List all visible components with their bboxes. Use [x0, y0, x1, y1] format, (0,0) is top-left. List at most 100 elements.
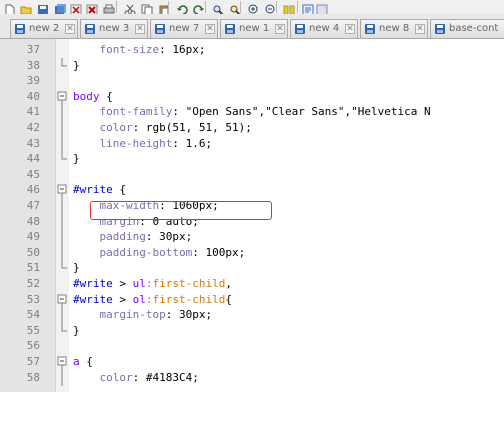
- tab-label: new 4: [309, 23, 340, 34]
- line-number: 50: [26, 245, 40, 259]
- line-number: 42: [26, 121, 40, 134]
- code-token: font-size: [99, 43, 160, 56]
- tab-close-icon[interactable]: ✕: [135, 24, 145, 34]
- code-text: }: [73, 151, 80, 167]
- document-saved-icon: [224, 23, 236, 35]
- code-line[interactable]: 46 #write {: [0, 182, 504, 198]
- line-number: 46: [26, 183, 40, 197]
- tab-1[interactable]: new 3 ✕: [80, 19, 148, 38]
- code-token: }: [73, 58, 80, 72]
- line-number: 38: [26, 58, 40, 72]
- close-all-icon[interactable]: [86, 1, 98, 14]
- code-line[interactable]: 37 font-size: 16px;: [0, 42, 504, 58]
- open-folder-icon[interactable]: [20, 1, 32, 14]
- code-token: #write: [73, 277, 113, 290]
- tab-0[interactable]: new 2 ✕: [10, 19, 78, 38]
- copy-icon[interactable]: [141, 1, 153, 14]
- code-line[interactable]: 41 font-family: "Open Sans","Clear Sans"…: [0, 104, 504, 120]
- code-token: : 16px;: [159, 43, 206, 56]
- fold-line: [61, 369, 63, 386]
- line-number: 53: [26, 292, 40, 306]
- tab-5[interactable]: new 8 ✕: [360, 19, 428, 38]
- cut-icon[interactable]: [124, 1, 136, 14]
- code-token: : #4183C4;: [132, 370, 199, 384]
- code-token: : 30px;: [165, 308, 213, 322]
- tab-label: new 3: [99, 23, 130, 34]
- code-line[interactable]: 42 color: rgb(51, 51, 51);: [0, 120, 504, 136]
- code-text: }: [73, 260, 80, 276]
- find-icon[interactable]: [212, 1, 224, 14]
- fold-line: [61, 213, 63, 230]
- code-token: }: [73, 261, 80, 275]
- code-line[interactable]: 38}: [0, 58, 504, 74]
- code-token: ul: [132, 277, 146, 290]
- fold-line: [55, 276, 69, 292]
- code-line[interactable]: 43 line-height: 1.6;: [0, 136, 504, 152]
- code-line[interactable]: 45: [0, 167, 504, 183]
- wrap-icon[interactable]: [302, 1, 314, 14]
- toolbar-separator: [240, 1, 241, 13]
- tab-4[interactable]: new 4 ✕: [290, 19, 358, 38]
- code-line[interactable]: 57 a {: [0, 354, 504, 370]
- code-line[interactable]: 39: [0, 73, 504, 89]
- fold-toggle-icon[interactable]: [55, 354, 69, 370]
- tab-label: new 1: [239, 23, 270, 34]
- line-number: 44: [26, 152, 40, 166]
- new-file-icon[interactable]: [4, 1, 16, 14]
- code-text: line-height: 1.6;: [73, 136, 213, 152]
- sync-icon[interactable]: [283, 1, 295, 14]
- code-line[interactable]: 51}: [0, 260, 504, 276]
- save-all-icon[interactable]: [54, 1, 66, 14]
- close-icon[interactable]: [70, 1, 82, 14]
- code-line[interactable]: 40 body {: [0, 89, 504, 105]
- line-number: 55: [26, 323, 40, 337]
- tab-close-icon[interactable]: ✕: [205, 24, 215, 34]
- tab-3[interactable]: new 1 ✕: [220, 19, 288, 38]
- code-token: color: [99, 370, 133, 384]
- tab-2[interactable]: new 7 ✕: [150, 19, 218, 38]
- print-icon[interactable]: [103, 1, 115, 14]
- toolbar: [0, 0, 504, 14]
- fold-toggle-icon[interactable]: [55, 89, 69, 105]
- undo-icon[interactable]: [176, 1, 188, 14]
- code-line[interactable]: 52 #write > ul:first-child,: [0, 276, 504, 292]
- toolbar-separator: [168, 1, 169, 13]
- fold-toggle-icon[interactable]: [55, 182, 69, 199]
- tab-close-icon[interactable]: ✕: [275, 24, 285, 34]
- line-number: 52: [26, 277, 40, 290]
- document-saved-icon: [434, 23, 446, 35]
- line-number: 37: [26, 43, 40, 56]
- code-line[interactable]: 55}: [0, 323, 504, 339]
- redo-icon[interactable]: [193, 1, 205, 14]
- code-line[interactable]: 50 padding-bottom: 100px;: [0, 245, 504, 261]
- code-line[interactable]: 56: [0, 338, 504, 354]
- tab-close-icon[interactable]: ✕: [345, 24, 355, 34]
- document-saved-icon: [14, 23, 26, 35]
- code-text: #write > ol:first-child{: [73, 292, 232, 308]
- code-line[interactable]: 58 color: #4183C4;: [0, 370, 504, 386]
- fold-end-icon: [61, 322, 67, 332]
- code-token: }: [73, 323, 80, 337]
- code-line[interactable]: 49 padding: 30px;: [0, 229, 504, 245]
- code-text: font-size: 16px;: [73, 42, 206, 58]
- zoom-in-icon[interactable]: [248, 1, 260, 14]
- fold-toggle-icon[interactable]: [55, 292, 69, 308]
- tab-close-icon[interactable]: ✕: [65, 24, 75, 34]
- fold-end-icon: [61, 260, 67, 269]
- tab-close-icon[interactable]: ✕: [415, 24, 425, 34]
- line-number: 51: [26, 261, 40, 275]
- code-text: margin-top: 30px;: [73, 307, 213, 323]
- show-all-icon[interactable]: [316, 1, 328, 14]
- tab-6[interactable]: base-cont: [430, 19, 504, 38]
- code-line[interactable]: 54 margin-top: 30px;: [0, 307, 504, 323]
- code-line[interactable]: 44}: [0, 151, 504, 167]
- save-icon[interactable]: [37, 1, 49, 14]
- tab-label: new 2: [29, 23, 60, 34]
- line-number: 43: [26, 136, 40, 150]
- code-token: : 100px;: [192, 245, 246, 259]
- fold-line: [61, 104, 63, 121]
- code-line[interactable]: 53 #write > ol:first-child{: [0, 292, 504, 308]
